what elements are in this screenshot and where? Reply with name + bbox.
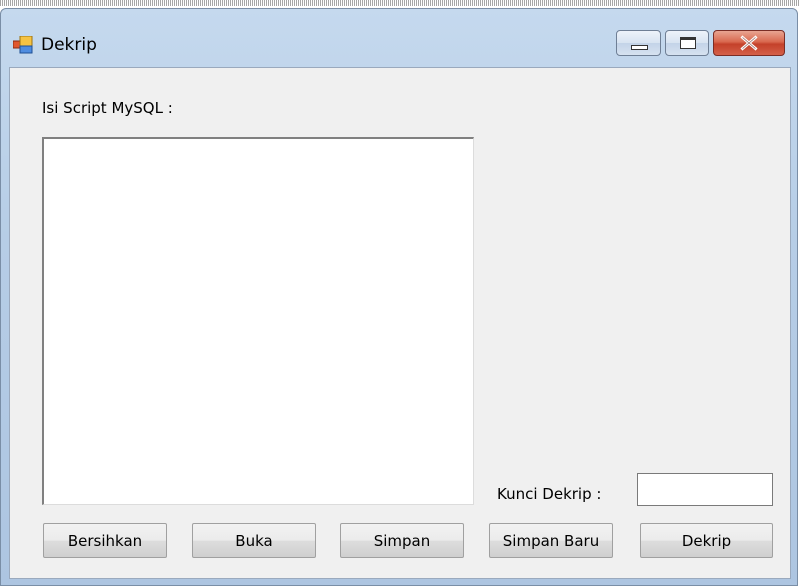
decrypt-button[interactable]: Dekrip — [640, 523, 773, 558]
title-bar[interactable]: Dekrip — [1, 9, 797, 67]
app-window-icon — [12, 35, 33, 54]
dekrip-window: Dekrip Isi Script MySQL : Kunci Dekrip :… — [0, 8, 798, 586]
minimize-icon — [631, 45, 648, 50]
save-new-button[interactable]: Simpan Baru — [489, 523, 613, 558]
window-title: Dekrip — [41, 35, 97, 55]
close-button[interactable] — [713, 30, 785, 56]
close-icon — [740, 35, 758, 51]
key-input[interactable] — [637, 473, 773, 506]
key-label: Kunci Dekrip : — [497, 485, 602, 503]
script-textarea[interactable] — [42, 137, 474, 505]
minimize-button[interactable] — [616, 30, 661, 56]
save-button[interactable]: Simpan — [340, 523, 464, 558]
script-label: Isi Script MySQL : — [42, 99, 173, 117]
maximize-icon — [680, 37, 696, 49]
clear-button[interactable]: Bersihkan — [43, 523, 167, 558]
maximize-button[interactable] — [665, 30, 709, 56]
desktop-top-border — [0, 0, 800, 6]
open-button[interactable]: Buka — [192, 523, 316, 558]
form-client-area: Isi Script MySQL : Kunci Dekrip : Bersih… — [9, 67, 791, 579]
